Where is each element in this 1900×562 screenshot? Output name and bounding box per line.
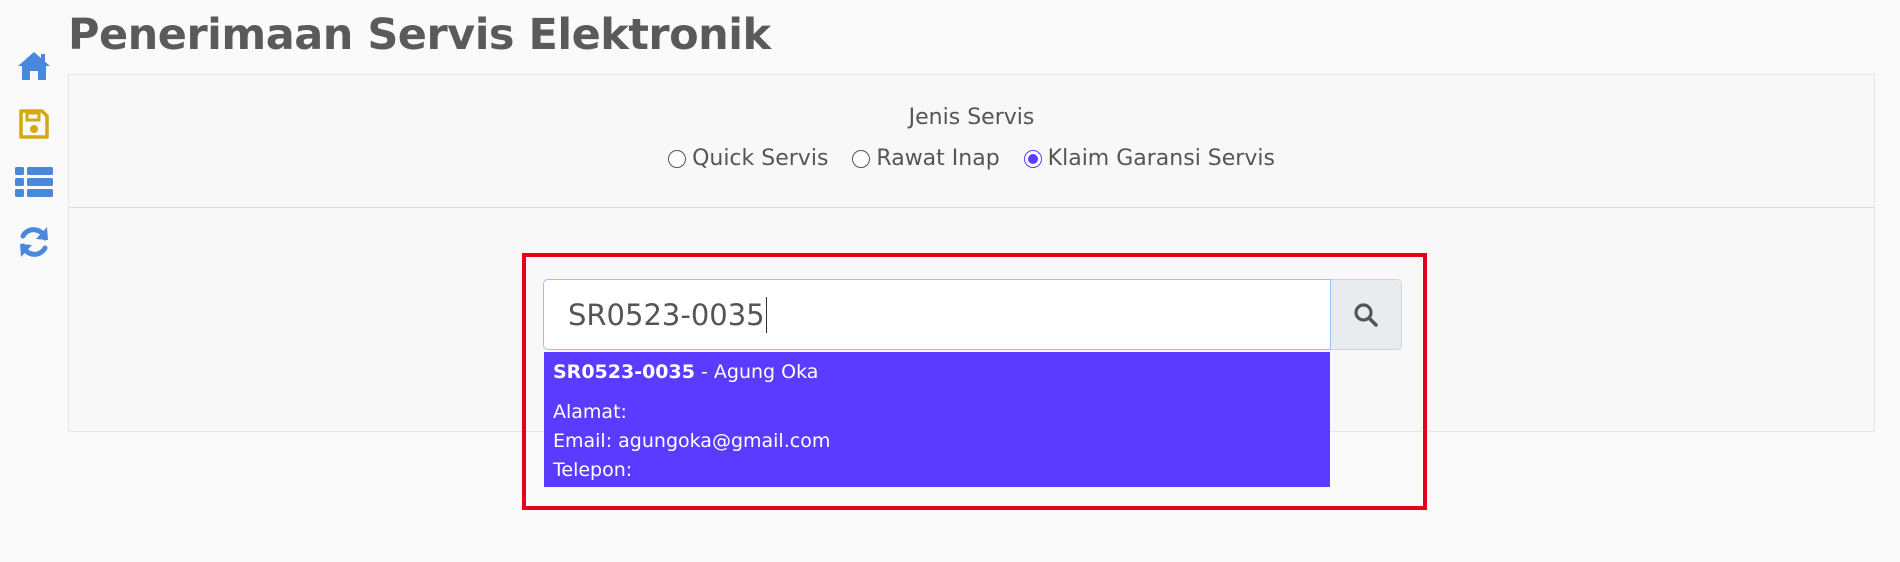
radio-label: Rawat Inap: [876, 146, 1000, 171]
service-type-radio-group: Quick Servis Rawat Inap Klaim Garansi Se…: [69, 146, 1874, 171]
sidebar: [0, 0, 68, 562]
home-icon[interactable]: [14, 46, 54, 86]
list-icon[interactable]: [14, 162, 54, 202]
suggestion-address: Alamat:: [553, 401, 627, 423]
radio-label: Klaim Garansi Servis: [1047, 146, 1275, 171]
radio-label: Quick Servis: [692, 146, 829, 171]
text-caret: [765, 296, 768, 333]
radio-quick-servis[interactable]: Quick Servis: [668, 146, 828, 171]
radio-klaim-garansi-servis[interactable]: Klaim Garansi Servis: [1023, 146, 1275, 171]
save-icon[interactable]: [14, 104, 54, 144]
radio-rawat-inap[interactable]: Rawat Inap: [852, 146, 1000, 171]
refresh-icon[interactable]: [14, 222, 54, 262]
suggestion-phone: Telepon:: [553, 459, 633, 481]
page-title: Penerimaan Servis Elektronik: [68, 10, 771, 60]
search-icon: [1354, 302, 1378, 327]
search-input[interactable]: SR0523-0035: [543, 279, 1331, 350]
suggestion-code: SR0523-0035: [553, 361, 695, 383]
search-button[interactable]: [1331, 279, 1402, 350]
panel-divider: [69, 207, 1874, 208]
search-input-value: SR0523-0035: [568, 297, 765, 332]
radio-button-checked-icon[interactable]: [1023, 149, 1042, 168]
suggestion-header: SR0523-0035 - Agung Oka: [553, 358, 1321, 386]
radio-button-icon[interactable]: [668, 149, 687, 168]
suggestion-customer-name: Agung Oka: [713, 361, 819, 383]
suggestion-separator: -: [694, 361, 714, 383]
radio-button-icon[interactable]: [852, 149, 871, 168]
autocomplete-suggestion-item[interactable]: SR0523-0035 - Agung Oka Alamat: Email: a…: [544, 352, 1330, 487]
service-type-label: Jenis Servis: [908, 105, 1035, 130]
suggestion-email: Email: agungoka@gmail.com: [553, 430, 831, 452]
